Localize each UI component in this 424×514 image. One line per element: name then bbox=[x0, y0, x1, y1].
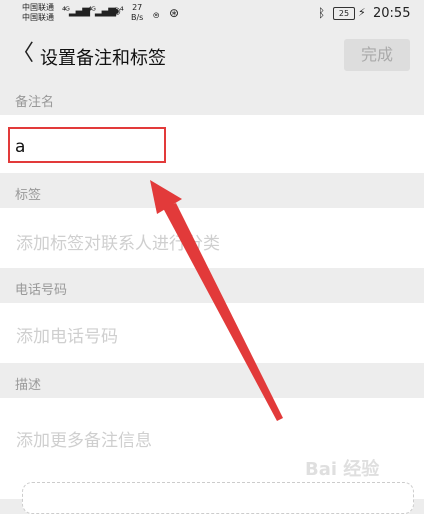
watermark: Bai 经验 bbox=[305, 459, 380, 480]
annotation-arrow bbox=[150, 180, 283, 421]
